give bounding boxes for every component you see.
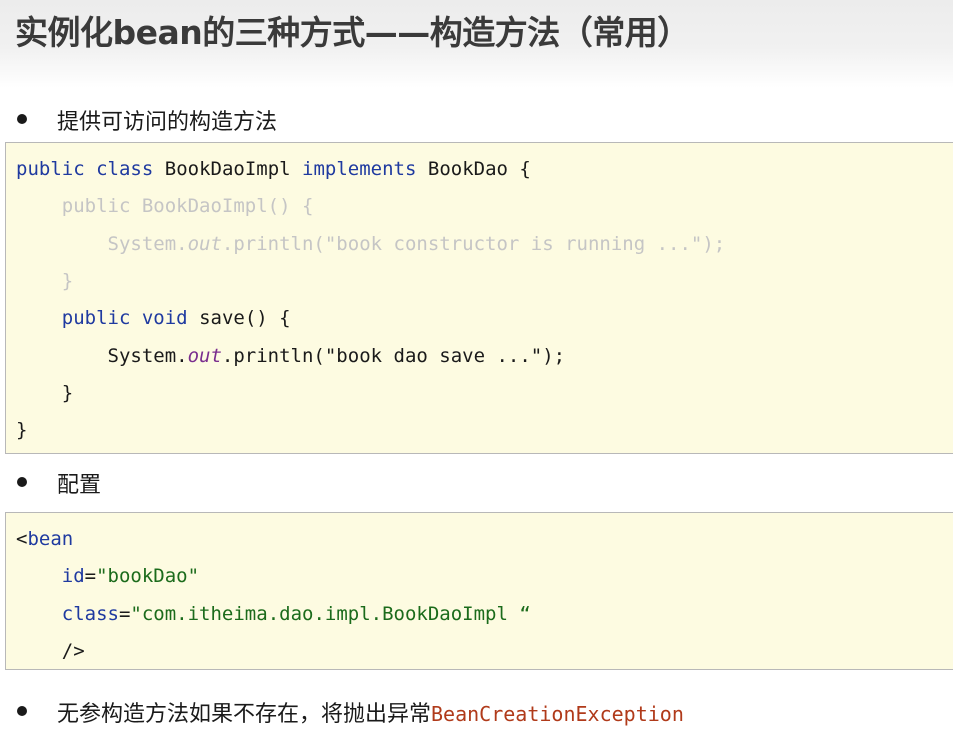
code-line-1: public class BookDaoImpl implements Book…	[16, 158, 531, 180]
bullet-dot-icon	[17, 477, 27, 487]
exception-name: BeanCreationException	[431, 702, 684, 726]
xml-line-3: class="com.itheima.dao.impl.BookDaoImpl …	[61, 603, 531, 625]
xml-code-block: <bean id="bookDao" class="com.itheima.da…	[5, 512, 953, 670]
bullet-3-text: 无参构造方法如果不存在，将抛出异常BeanCreationException	[57, 702, 684, 727]
code-line-2: public BookDaoImpl() {	[61, 195, 314, 217]
code-line-8: }	[16, 419, 28, 441]
bullet-1-text: 提供可访问的构造方法	[57, 110, 278, 135]
slide-header: 实例化bean的三种方式——构造方法（常用）	[0, 0, 953, 88]
xml-line-4: />	[61, 640, 85, 662]
code-line-5: public void save() {	[61, 307, 291, 329]
bullet-2-text: 配置	[57, 473, 102, 498]
code-line-3: System.out.println("book constructor is …	[107, 233, 726, 255]
bullet-dot-icon	[17, 114, 27, 124]
slide-title: 实例化bean的三种方式——构造方法（常用）	[15, 13, 690, 52]
code-line-7: }	[61, 382, 74, 404]
xml-line-1: <bean	[16, 528, 74, 550]
code-line-6: System.out.println("book dao save ...");	[107, 345, 566, 367]
java-code-block: public class BookDaoImpl implements Book…	[5, 142, 953, 454]
bullet-dot-icon	[17, 706, 27, 716]
code-line-4: }	[61, 270, 74, 292]
xml-line-2: id="bookDao"	[61, 565, 200, 587]
